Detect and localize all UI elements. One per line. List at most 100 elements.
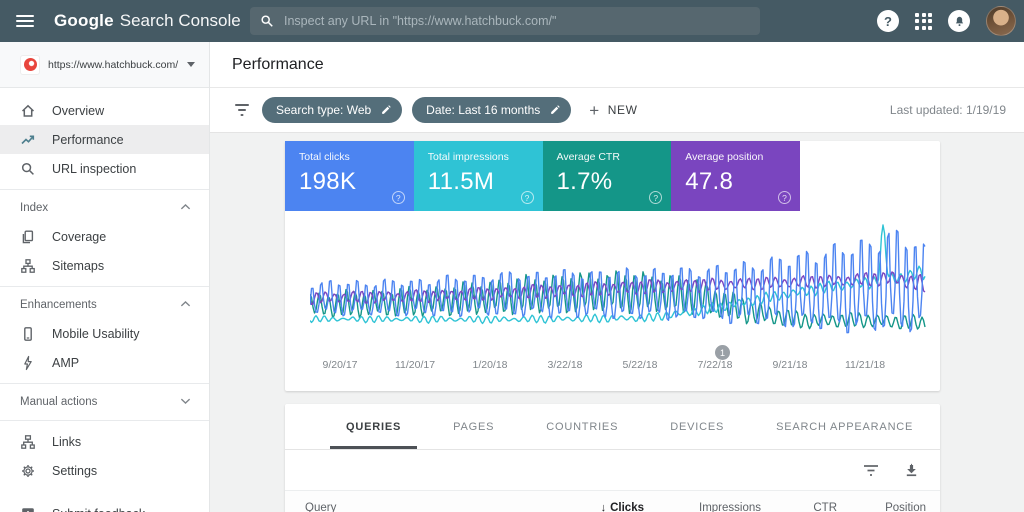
sidebar-item-settings[interactable]: Settings	[0, 456, 209, 485]
table-header-row: Query ↓Clicks Impressions CTR Position	[285, 490, 940, 512]
column-header-impressions[interactable]: Impressions	[644, 502, 761, 512]
topbar-actions: ?	[877, 0, 1016, 42]
sidebar-item-label: Coverage	[52, 230, 106, 244]
chevron-down-icon	[187, 62, 195, 67]
annotation-marker[interactable]: 1	[715, 345, 730, 360]
metric-average-ctr[interactable]: Average CTR 1.7% ?	[543, 141, 672, 211]
home-icon	[20, 103, 36, 119]
edit-pencil-icon	[380, 104, 392, 116]
sidebar-item-links[interactable]: Links	[0, 427, 209, 456]
menu-icon[interactable]	[16, 15, 34, 27]
sidebar-item-performance[interactable]: Performance	[0, 125, 209, 154]
lightning-bolt-icon	[20, 355, 36, 371]
last-updated-text: Last updated: 1/19/19	[890, 103, 1006, 117]
x-axis-tick-label: 1/20/18	[472, 359, 507, 371]
x-axis-tick-label: 7/22/18	[697, 359, 732, 371]
property-selector[interactable]: https://www.hatchbuck.com/	[0, 42, 209, 88]
sidebar-item-url-inspection[interactable]: URL inspection	[0, 154, 209, 183]
chart-lines	[310, 221, 940, 351]
sidebar-item-overview[interactable]: Overview	[0, 96, 209, 125]
dimension-tabs: QUERIES PAGES COUNTRIES DEVICES SEARCH A…	[285, 404, 940, 450]
top-app-bar: Google Search Console ?	[0, 0, 1024, 42]
notifications-bell-icon[interactable]	[948, 10, 970, 32]
x-axis-tick-label: 5/22/18	[622, 359, 657, 371]
column-header-position[interactable]: Position	[837, 502, 926, 512]
help-circle-icon[interactable]: ?	[649, 191, 662, 204]
filter-chip-search-type[interactable]: Search type: Web	[262, 97, 402, 123]
feedback-icon	[20, 506, 36, 512]
search-input[interactable]	[284, 14, 750, 28]
table-filter-icon[interactable]	[862, 461, 880, 479]
tab-search-appearance[interactable]: SEARCH APPEARANCE	[760, 404, 929, 449]
logo-product: Search Console	[120, 11, 241, 31]
download-icon[interactable]	[902, 461, 920, 479]
tab-countries[interactable]: COUNTRIES	[530, 404, 634, 449]
chip-label: Search type: Web	[276, 103, 371, 117]
chip-label: Date: Last 16 months	[426, 103, 540, 117]
help-circle-icon[interactable]: ?	[521, 191, 534, 204]
x-axis-tick-label: 9/20/17	[322, 359, 357, 371]
new-button-label: NEW	[608, 103, 638, 117]
metric-total-impressions[interactable]: Total impressions 11.5M ?	[414, 141, 543, 211]
column-header-ctr[interactable]: CTR	[761, 502, 837, 512]
section-label: Enhancements	[20, 299, 97, 311]
dimensions-table-card: QUERIES PAGES COUNTRIES DEVICES SEARCH A…	[285, 404, 940, 512]
metric-tiles: Total clicks 198K ? Total impressions 11…	[285, 141, 940, 211]
chevron-down-icon	[180, 396, 191, 408]
column-header-query[interactable]: Query	[305, 502, 539, 512]
divider	[0, 383, 209, 384]
sidebar-item-label: Overview	[52, 104, 104, 118]
help-circle-icon[interactable]: ?	[778, 191, 791, 204]
help-icon[interactable]: ?	[877, 10, 899, 32]
tab-devices[interactable]: DEVICES	[654, 404, 740, 449]
help-circle-icon[interactable]: ?	[392, 191, 405, 204]
filter-icon[interactable]	[234, 104, 250, 116]
apps-grid-icon[interactable]	[915, 13, 932, 30]
section-label: Manual actions	[20, 396, 97, 408]
sidebar-item-label: Settings	[52, 464, 97, 478]
x-axis-tick-label: 3/22/18	[547, 359, 582, 371]
filter-chip-date[interactable]: Date: Last 16 months	[412, 97, 571, 123]
user-avatar[interactable]	[986, 6, 1016, 36]
sidebar-item-submit-feedback[interactable]: Submit feedback	[0, 499, 209, 512]
sidebar-section-manual-actions[interactable]: Manual actions	[0, 390, 209, 414]
sidebar-item-label: Submit feedback	[52, 507, 145, 512]
performance-chart-card: Total clicks 198K ? Total impressions 11…	[285, 141, 940, 391]
section-label: Index	[20, 202, 48, 214]
tab-pages[interactable]: PAGES	[437, 404, 510, 449]
sidebar-section-enhancements[interactable]: Enhancements	[0, 293, 209, 317]
smartphone-icon	[20, 326, 36, 342]
page-header: Performance	[210, 42, 1024, 88]
metric-label: Average CTR	[557, 151, 672, 163]
x-axis-ticks: 9/20/17 11/20/17 1/20/18 3/22/18 5/22/18 7/22…	[310, 351, 940, 377]
sidebar-section-index[interactable]: Index	[0, 196, 209, 220]
metric-total-clicks[interactable]: Total clicks 198K ?	[285, 141, 414, 211]
tab-queries[interactable]: QUERIES	[330, 404, 417, 449]
sidebar: https://www.hatchbuck.com/ Overview Perf…	[0, 42, 210, 512]
main-content: Total clicks 198K ? Total impressions 11…	[210, 133, 1024, 512]
column-header-clicks[interactable]: ↓Clicks	[539, 502, 644, 512]
metric-average-position[interactable]: Average position 47.8 ?	[671, 141, 800, 211]
sidebar-item-label: Performance	[52, 133, 124, 147]
app-logo[interactable]: Google Search Console	[54, 11, 241, 31]
sidebar-item-label: Links	[52, 435, 81, 449]
sidebar-item-sitemaps[interactable]: Sitemaps	[0, 251, 209, 280]
sort-desc-icon: ↓	[601, 502, 607, 512]
property-favicon	[20, 55, 40, 75]
metric-label: Total clicks	[299, 151, 414, 163]
x-axis-tick-label: 11/21/18	[845, 359, 885, 371]
metric-label: Average position	[685, 151, 800, 163]
sidebar-item-coverage[interactable]: Coverage	[0, 222, 209, 251]
sidebar-item-mobile-usability[interactable]: Mobile Usability	[0, 319, 209, 348]
divider	[0, 189, 209, 190]
sidebar-item-label: Sitemaps	[52, 259, 104, 273]
sidebar-item-amp[interactable]: AMP	[0, 348, 209, 377]
url-inspect-searchbox[interactable]	[250, 7, 760, 35]
search-icon	[260, 14, 274, 28]
sidebar-item-label: URL inspection	[52, 162, 136, 176]
chevron-up-icon	[180, 202, 191, 214]
filter-bar: Search type: Web Date: Last 16 months + …	[210, 88, 1024, 133]
plus-icon: +	[589, 102, 600, 119]
new-filter-button[interactable]: + NEW	[589, 102, 637, 119]
x-axis-tick-label: 11/20/17	[395, 359, 435, 371]
